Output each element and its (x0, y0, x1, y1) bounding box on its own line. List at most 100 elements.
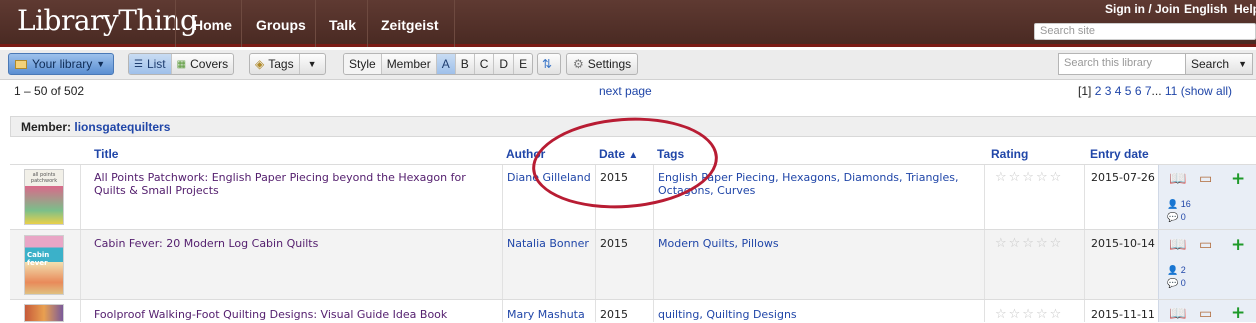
settings-button[interactable]: ⚙ Settings (566, 53, 639, 75)
page-link[interactable]: 2 (1095, 84, 1102, 98)
rating-stars[interactable]: ☆☆☆☆☆ (995, 307, 1063, 322)
nav-groups[interactable]: Groups (256, 17, 306, 37)
column-divider (984, 165, 985, 230)
style-e[interactable]: E (514, 54, 532, 74)
page-links: [1] 2 3 4 5 6 7... 11 (show all) (1078, 84, 1232, 98)
style-c[interactable]: C (475, 54, 495, 74)
add-book-icon[interactable]: + (1231, 235, 1245, 255)
list-view-button[interactable]: ☰ List (129, 54, 172, 74)
book-open-icon[interactable]: 📖 (1169, 171, 1186, 187)
review-icon[interactable]: ▭ (1199, 171, 1212, 187)
show-all-link[interactable]: (show all) (1181, 84, 1232, 98)
style-selector: Style Member A B C D E (343, 53, 534, 75)
help-link[interactable]: Help (1234, 2, 1256, 16)
ellipsis: ... (1151, 84, 1162, 98)
view-mode-toggle: ☰ List ▦ Covers (128, 53, 235, 75)
list-label: List (146, 57, 166, 71)
column-divider (984, 230, 985, 300)
review-icon[interactable]: ▭ (1199, 237, 1212, 253)
column-divider (984, 300, 985, 322)
page-link[interactable]: 7 (1145, 84, 1152, 98)
page-link[interactable]: 3 (1105, 84, 1112, 98)
book-title[interactable]: Foolproof Walking-Foot Quilting Designs:… (94, 308, 447, 321)
entry-date: 2015-07-26 (1091, 171, 1155, 184)
book-title-link[interactable]: Foolproof Walking-Foot Quilting Designs:… (94, 308, 494, 321)
rating-stars[interactable]: ☆☆☆☆☆ (995, 170, 1063, 185)
book-title[interactable]: All Points Patchwork: English Paper Piec… (94, 171, 466, 197)
signin-link[interactable]: Sign in / Join (1105, 2, 1180, 16)
sort-icon[interactable]: ⇅ (537, 53, 561, 75)
add-book-icon[interactable]: + (1231, 303, 1245, 323)
site-search-input[interactable]: Search site (1034, 23, 1256, 40)
nav-divider (367, 0, 368, 47)
column-entry-date[interactable]: Entry date (1090, 147, 1149, 161)
column-divider (653, 230, 654, 300)
nav-zeitgeist[interactable]: Zeitgeist (381, 17, 439, 37)
tag-links[interactable]: Modern Quilts, Pillows (658, 237, 779, 250)
column-divider (595, 230, 596, 300)
book-tags[interactable]: quilting, Quilting Designs (658, 308, 978, 321)
page-link[interactable]: 5 (1125, 84, 1132, 98)
page-link[interactable]: 11 (1165, 84, 1177, 98)
folder-icon (15, 59, 27, 69)
members-count[interactable]: 👤 2 (1167, 265, 1186, 276)
style-b[interactable]: B (456, 54, 475, 74)
page-link[interactable]: 4 (1115, 84, 1122, 98)
nav-divider (241, 0, 242, 47)
author-name[interactable]: Natalia Bonner (507, 237, 589, 250)
tags-dropdown[interactable]: ▼ (300, 54, 325, 74)
book-title[interactable]: Cabin Fever: 20 Modern Log Cabin Quilts (94, 237, 318, 250)
nav-talk[interactable]: Talk (329, 17, 356, 37)
your-library-button[interactable]: Your library ▼ (8, 53, 114, 75)
site-logo[interactable]: LibraryThing (17, 4, 198, 37)
book-title-link[interactable]: All Points Patchwork: English Paper Piec… (94, 171, 494, 197)
members-count[interactable]: 👤 16 (1167, 199, 1191, 210)
book-tags[interactable]: Modern Quilts, Pillows (658, 237, 978, 250)
nav-divider (315, 0, 316, 47)
page-link[interactable]: 6 (1135, 84, 1142, 98)
library-toolbar: Your library ▼ ☰ List ▦ Covers ◈ Tags ▼ Sty… (0, 50, 1256, 80)
reviews-count[interactable]: 💬 0 (1167, 212, 1186, 223)
cover-text: all points patchwork (30, 172, 58, 184)
book-open-icon[interactable]: 📖 (1169, 306, 1186, 322)
column-divider (502, 300, 503, 322)
book-author-link[interactable]: Mary Mashuta (507, 308, 585, 321)
column-rating[interactable]: Rating (991, 147, 1028, 161)
members-number: 2 (1180, 265, 1186, 275)
book-cover[interactable]: all points patchwork (24, 169, 64, 225)
top-bar: LibraryThing Home Groups Talk Zeitgeist … (0, 0, 1256, 47)
reviews-number: 0 (1180, 278, 1186, 288)
column-divider (502, 165, 503, 230)
table-row: Cabin fever Cabin Fever: 20 Modern Log C… (10, 229, 1256, 300)
reviews-count[interactable]: 💬 0 (1167, 278, 1186, 289)
book-author-link[interactable]: Natalia Bonner (507, 237, 589, 250)
covers-label: Covers (190, 57, 229, 71)
library-search-button[interactable]: Search ▼ (1185, 53, 1253, 75)
add-book-icon[interactable]: + (1231, 169, 1245, 189)
language-link[interactable]: English (1184, 2, 1227, 16)
tag-links[interactable]: quilting, Quilting Designs (658, 308, 797, 321)
column-title[interactable]: Title (94, 147, 118, 161)
covers-icon: ▦ (176, 58, 187, 70)
member-name-link[interactable]: lionsgatequilters (74, 120, 170, 134)
book-cover[interactable] (24, 304, 64, 322)
style-d[interactable]: D (494, 54, 515, 74)
author-name[interactable]: Mary Mashuta (507, 308, 585, 321)
book-title-link[interactable]: Cabin Fever: 20 Modern Log Cabin Quilts (94, 237, 494, 250)
style-member[interactable]: Member (382, 54, 437, 74)
column-divider (80, 230, 81, 300)
review-icon[interactable]: ▭ (1199, 306, 1212, 322)
book-cover[interactable]: Cabin fever (24, 235, 64, 295)
entry-date: 2015-11-11 (1091, 308, 1155, 321)
style-a[interactable]: A (436, 54, 456, 74)
library-search-input[interactable]: Search this library (1058, 53, 1186, 75)
next-page-link[interactable]: next page (599, 84, 652, 98)
result-range: 1 – 50 of 502 (14, 84, 85, 98)
nav-home[interactable]: Home (193, 17, 232, 37)
book-open-icon[interactable]: 📖 (1169, 237, 1186, 253)
rating-stars[interactable]: ☆☆☆☆☆ (995, 236, 1063, 251)
action-panel: 📖 ▭ + (1158, 300, 1256, 323)
covers-view-button[interactable]: ▦ Covers (172, 54, 233, 74)
style-label: Style (344, 54, 382, 74)
tags-button[interactable]: ◈ Tags (250, 54, 300, 74)
